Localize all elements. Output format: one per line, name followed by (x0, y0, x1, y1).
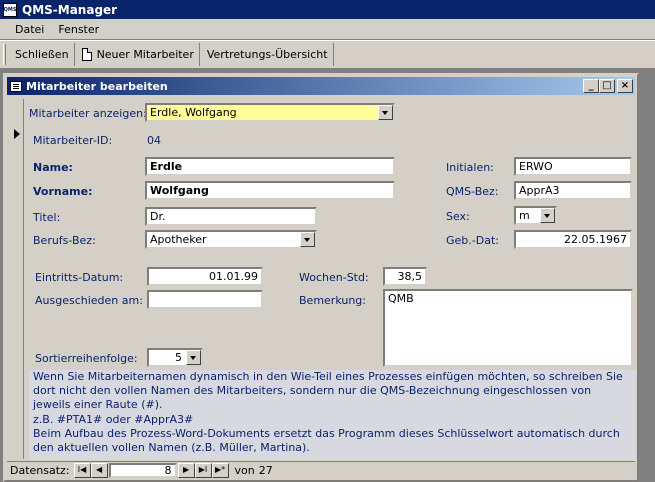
previous-record-button[interactable]: ◀ (90, 463, 108, 478)
form-icon (10, 80, 22, 92)
current-record-input[interactable]: 8 (108, 463, 177, 478)
record-total: 27 (258, 464, 273, 477)
left-date-label: Ausgeschieden am: (35, 294, 143, 307)
sort-order-combo[interactable]: 5 (147, 348, 203, 367)
record-label: Datensatz: (10, 464, 70, 477)
first-record-button[interactable]: I◀ (73, 463, 91, 478)
chevron-down-icon[interactable] (300, 232, 315, 247)
current-record-arrow-icon (14, 129, 20, 139)
firstname-label: Vorname: (33, 185, 93, 198)
qms-label: QMS-Bez: (446, 185, 499, 198)
weekly-hours-field[interactable]: 38,5 (383, 267, 427, 286)
form-area: Mitarbeiter anzeigen: Erdle, Wolfgang Mi… (25, 99, 636, 460)
chevron-down-icon[interactable] (378, 105, 393, 120)
name-label: Name: (33, 161, 73, 174)
chevron-down-icon[interactable] (540, 208, 555, 223)
sex-combo[interactable]: m (514, 206, 557, 225)
next-record-button[interactable]: ▶ (177, 463, 195, 478)
minimize-button[interactable]: _ (583, 79, 599, 93)
toolbar-grip[interactable] (3, 44, 6, 65)
record-of-label: von (234, 464, 255, 477)
show-employee-combo[interactable]: Erdle, Wolfgang (145, 103, 395, 122)
remark-label: Bemerkung: (299, 294, 366, 307)
window-close-button[interactable]: × (617, 79, 633, 93)
window-title: Mitarbeiter bearbeiten (26, 79, 168, 93)
help-note-example: z.B. #PTA1# oder #ApprA3# (33, 412, 194, 426)
last-record-button[interactable]: ▶I (194, 463, 212, 478)
help-note-text: Wenn Sie Mitarbeiternamen dynamisch in d… (33, 370, 623, 412)
name-field[interactable]: Erdle (145, 157, 395, 176)
chevron-down-icon[interactable] (186, 350, 201, 365)
title-field[interactable]: Dr. (145, 207, 317, 226)
firstname-field[interactable]: Wolfgang (145, 181, 395, 200)
substitute-overview-button[interactable]: Vertretungs-Übersicht (202, 43, 334, 66)
app-title: QMS-Manager (22, 2, 118, 17)
record-selector[interactable] (10, 99, 24, 459)
birthdate-label: Geb.-Dat: (446, 234, 499, 247)
remark-field[interactable]: QMB (383, 289, 633, 367)
weekly-hours-label: Wochen-Std: (299, 271, 369, 284)
app-titlebar: QMS QMS-Manager (0, 0, 655, 19)
close-button[interactable]: Schließen (10, 43, 75, 66)
profession-label: Berufs-Bez: (33, 234, 96, 247)
window-titlebar[interactable]: Mitarbeiter bearbeiten _ □ × (7, 77, 635, 95)
help-note-explanation: Beim Aufbau des Prozess-Word-Dokuments e… (33, 426, 620, 455)
profession-combo[interactable]: Apotheker (145, 230, 317, 249)
record-navigation: Datensatz: I◀ ◀ 8 ▶ ▶I ▶* von 27 (7, 461, 635, 479)
menubar: Datei Fenster (0, 19, 655, 40)
initials-label: Initialen: (446, 161, 494, 174)
sex-label: Sex: (446, 210, 470, 223)
sort-order-label: Sortierreihenfolge: (35, 352, 138, 365)
employee-id-value: 04 (147, 134, 161, 147)
new-record-button[interactable]: ▶* (211, 463, 229, 478)
entry-date-field[interactable]: 01.01.99 (147, 267, 263, 286)
app-icon: QMS (3, 2, 17, 17)
entry-date-label: Eintritts-Datum: (35, 271, 124, 284)
menu-fenster[interactable]: Fenster (51, 23, 106, 36)
maximize-button[interactable]: □ (599, 79, 615, 93)
menu-datei[interactable]: Datei (8, 23, 51, 36)
new-document-icon (81, 48, 92, 61)
employee-id-label: Mitarbeiter-ID: (33, 134, 113, 147)
title-label: Titel: (33, 211, 61, 224)
new-employee-button[interactable]: Neuer Mitarbeiter (77, 43, 200, 66)
initials-field[interactable]: ERWO (514, 157, 632, 176)
help-note: Wenn Sie Mitarbeiternamen dynamisch in d… (29, 370, 636, 460)
qms-field[interactable]: ApprA3 (514, 181, 632, 200)
birthdate-field[interactable]: 22.05.1967 (514, 230, 632, 249)
toolbar: Schließen Neuer Mitarbeiter Vertretungs-… (0, 40, 655, 69)
show-employee-label: Mitarbeiter anzeigen: (29, 107, 147, 120)
left-date-field[interactable] (147, 290, 263, 309)
employee-edit-window: Mitarbeiter bearbeiten _ □ × Mitarbeiter… (3, 73, 639, 482)
